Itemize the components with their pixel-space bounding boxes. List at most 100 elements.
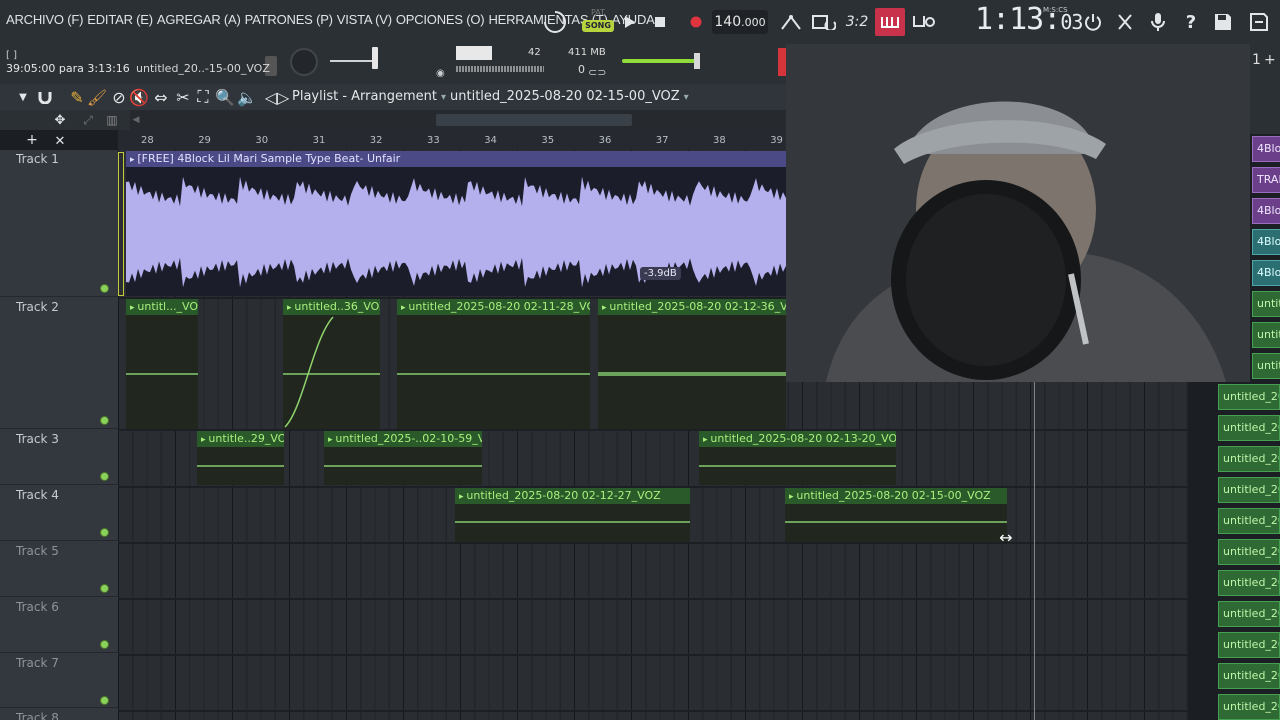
- picker-clip[interactable]: untitled_202: [1218, 415, 1280, 441]
- brush-icon[interactable]: 🖌: [87, 87, 107, 107]
- menu-opciones[interactable]: OPCIONES (O): [396, 12, 485, 27]
- audio-clip[interactable]: untitled_2025-..02-10-59_VOZ: [324, 431, 482, 485]
- picker-clip[interactable]: untitled_202: [1218, 632, 1280, 658]
- menu-editar[interactable]: EDITAR (E): [87, 12, 153, 27]
- menu-agregar[interactable]: AGREGAR (A): [157, 12, 241, 27]
- picker-clip[interactable]: 4Bloc: [1252, 229, 1280, 255]
- render-icon[interactable]: [1246, 8, 1272, 36]
- delete-icon[interactable]: ⊘: [110, 87, 128, 107]
- master-volume-handle[interactable]: [372, 47, 378, 69]
- metronome-knob-icon[interactable]: [540, 8, 570, 36]
- track-name[interactable]: Track 2: [16, 300, 59, 314]
- power-icon[interactable]: [1080, 8, 1106, 36]
- play-icon[interactable]: [620, 10, 640, 34]
- track-name[interactable]: Track 4: [16, 488, 59, 502]
- picker-clip[interactable]: untitled_202: [1218, 570, 1280, 596]
- track-mute-led[interactable]: [100, 284, 109, 293]
- picker-clip[interactable]: untitled_202: [1218, 477, 1280, 503]
- monitor-level-handle[interactable]: [694, 53, 700, 69]
- ruler-bar-number: 36: [598, 135, 612, 146]
- pencil-icon[interactable]: ✎: [68, 87, 86, 107]
- audio-clip[interactable]: untitled_2025-08-20 02-12-27_VOZ: [455, 488, 690, 542]
- record-icon[interactable]: [686, 10, 706, 34]
- audio-clip[interactable]: untitle..29_VOZ: [197, 431, 284, 485]
- save-icon[interactable]: [1210, 8, 1236, 36]
- track-mute-led[interactable]: [100, 528, 109, 537]
- timeline-ruler[interactable]: [118, 130, 786, 150]
- menu-arrows-icon[interactable]: ◁▷: [265, 87, 290, 107]
- track-name[interactable]: Track 6: [16, 600, 59, 614]
- cut-tool-icon[interactable]: [1112, 8, 1138, 36]
- snap-icon[interactable]: ✥: [50, 110, 70, 130]
- slice-icon[interactable]: ✂: [174, 87, 192, 107]
- picker-clip[interactable]: 4Bloc: [1252, 198, 1280, 224]
- audio-clip[interactable]: untitled_2025-08-20 02-15-00_VOZ: [785, 488, 1007, 542]
- picker-clip[interactable]: untitled_202: [1218, 508, 1280, 534]
- track-mute-led[interactable]: [100, 416, 109, 425]
- slip-icon[interactable]: ⇔: [152, 87, 170, 107]
- audio-clip[interactable]: untitled_2025-08-20 02-13-20_VOZ: [699, 431, 896, 485]
- pat-song-toggle[interactable]: PAT SONG: [582, 8, 614, 36]
- playback-icon[interactable]: 🔈: [237, 87, 257, 107]
- tempo-display[interactable]: 140.000: [712, 10, 768, 34]
- mute-icon[interactable]: 🔇: [129, 87, 149, 107]
- typing-keyboard-icon[interactable]: [875, 8, 905, 36]
- close-icon[interactable]: ✕: [52, 132, 68, 150]
- select-icon[interactable]: ⛶: [194, 87, 212, 107]
- track-mute-led[interactable]: [100, 472, 109, 481]
- picker-clip[interactable]: untitled_202: [1218, 694, 1280, 720]
- track-mute-led[interactable]: [100, 696, 109, 705]
- step-edit-icon[interactable]: 3:2: [844, 8, 870, 36]
- track-name[interactable]: Track 5: [16, 544, 59, 558]
- track-name[interactable]: Track 1: [16, 152, 59, 166]
- picker-clip[interactable]: untitled_202: [1252, 353, 1280, 379]
- chevron-down-icon[interactable]: ▾: [684, 92, 689, 103]
- wait-input-icon[interactable]: [778, 8, 804, 36]
- playlist-title[interactable]: Playlist - Arrangement ▾ untitled_2025-08-…: [292, 89, 693, 104]
- picker-clip[interactable]: TRAP +: [1252, 167, 1280, 193]
- picker-clip[interactable]: untitled_202: [1218, 663, 1280, 689]
- scroll-left-icon[interactable]: ◀: [130, 110, 142, 130]
- magnet-icon[interactable]: [36, 87, 54, 107]
- audio-clip[interactable]: untitled_2025-08-20 02-12-36_VO: [598, 299, 786, 429]
- stop-icon[interactable]: [650, 10, 670, 34]
- track-separator: [0, 428, 118, 429]
- add-icon[interactable]: +: [1264, 52, 1276, 68]
- picker-clip[interactable]: untitled_202: [1218, 601, 1280, 627]
- microphone-icon[interactable]: [1145, 8, 1171, 36]
- picker-clip[interactable]: untitled_202: [1252, 291, 1280, 317]
- link-icon[interactable]: ⤢: [78, 110, 98, 130]
- track-mute-led[interactable]: [100, 584, 109, 593]
- menu-patrones[interactable]: PATRONES (P): [245, 12, 333, 27]
- menu-archivo[interactable]: ARCHIVO (F): [6, 12, 83, 27]
- master-pitch-knob[interactable]: [290, 48, 318, 76]
- track-name[interactable]: Track 3: [16, 432, 59, 446]
- help-icon[interactable]: ?: [1178, 8, 1204, 36]
- loop-record-icon[interactable]: [810, 8, 838, 36]
- eye-icon[interactable]: ◉: [436, 68, 445, 79]
- blend-notes-icon[interactable]: [910, 8, 938, 36]
- audio-clip-beat[interactable]: [FREE] 4Block Lil Mari Sample Type Beat-…: [126, 151, 786, 296]
- picker-clip[interactable]: untitled_202: [1218, 446, 1280, 472]
- audio-clip[interactable]: untitl..._VOZ: [126, 299, 198, 429]
- scrollbar-thumb[interactable]: [436, 114, 632, 126]
- picker-clip[interactable]: 4Bloc: [1252, 136, 1280, 162]
- track-name[interactable]: Track 7: [16, 656, 59, 670]
- menu-vista[interactable]: VISTA (V): [337, 12, 392, 27]
- playlist-name: Playlist - Arrangement: [292, 89, 437, 104]
- chevron-down-icon[interactable]: ▾: [441, 92, 446, 103]
- zoom-icon[interactable]: 🔍: [215, 87, 235, 107]
- audio-clip[interactable]: untitled_2025-08-20 02-11-28_VOZ: [397, 299, 590, 429]
- picker-clip[interactable]: untitled_202: [1218, 384, 1280, 410]
- add-track-icon[interactable]: +: [24, 130, 40, 150]
- audio-clip[interactable]: untitled..36_VOZ: [283, 299, 380, 429]
- piano-icon[interactable]: ▥: [102, 110, 122, 130]
- track-mute-led[interactable]: [100, 640, 109, 649]
- ruler-bar-number: 29: [198, 135, 211, 146]
- track-name[interactable]: Track 8: [16, 711, 59, 720]
- clip-title: untitled_2025-08-20 02-12-27_VOZ: [455, 488, 690, 504]
- options-arrow-icon[interactable]: ▼: [16, 89, 30, 105]
- picker-clip[interactable]: untitled_202: [1218, 539, 1280, 565]
- picker-clip[interactable]: untitled_202: [1252, 322, 1280, 348]
- picker-clip[interactable]: 4Bloc: [1252, 260, 1280, 286]
